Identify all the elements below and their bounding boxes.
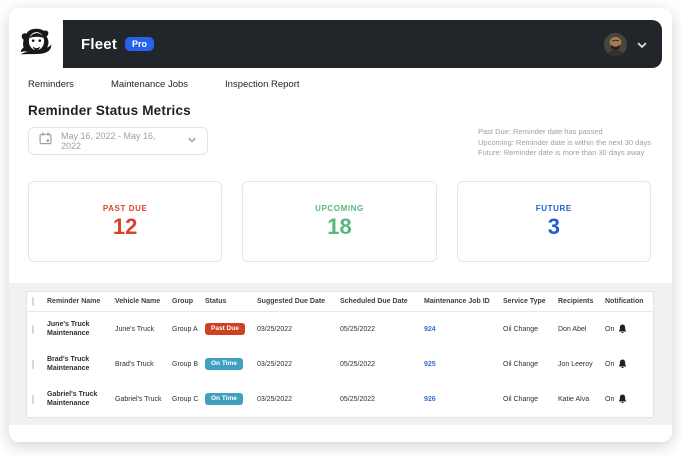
date-range-picker[interactable]: May 16, 2022 - May 16, 2022 (28, 127, 208, 155)
metric-value: 3 (547, 214, 560, 239)
col-header-maintenance-job-id[interactable]: Maintenance Job ID (424, 298, 503, 305)
metric-cards: PAST DUE 12 UPCOMING 18 FUTURE 3 (28, 180, 651, 262)
cell-vehicle-name: Brad's Truck (115, 360, 154, 368)
table-header-row: Reminder Name Vehicle Name Group Status … (27, 292, 653, 312)
cell-suggested-due-date: 03/25/2022 (257, 395, 293, 403)
bell-icon (618, 359, 627, 369)
cell-notification: On (605, 394, 655, 404)
row-checkbox[interactable] (32, 359, 34, 369)
col-header-recipients[interactable]: Recipients (558, 298, 605, 305)
select-all-checkbox[interactable] (32, 296, 34, 306)
cell-vehicle-name: June's Truck (115, 325, 155, 333)
row-checkbox[interactable] (32, 394, 34, 404)
bell-icon (618, 324, 627, 334)
status-badge: On Time (205, 393, 243, 405)
metric-label: PAST DUE (102, 204, 148, 213)
cell-recipients: Don Abel (558, 325, 587, 333)
main-nav: Reminders Maintenance Jobs Inspection Re… (28, 79, 672, 90)
controls-row: May 16, 2022 - May 16, 2022 Past Due: Re… (28, 127, 651, 159)
account-menu[interactable] (604, 32, 648, 56)
cell-scheduled-due-date: 05/25/2022 (340, 360, 376, 368)
maintenance-job-link[interactable]: 924 (424, 326, 436, 333)
metric-card-future[interactable]: FUTURE 3 (456, 180, 651, 262)
col-header-vehicle-name[interactable]: Vehicle Name (115, 298, 172, 305)
status-badge: Past Due (205, 323, 245, 335)
page-title: Reminder Status Metrics (28, 103, 191, 118)
cell-reminder-name: Brad's Truck Maintenance (47, 356, 90, 372)
metric-value: 18 (327, 214, 352, 239)
cell-service-type: Oil Change (503, 325, 539, 333)
notification-state: On (605, 325, 615, 333)
cell-vehicle-name: Gabriel's Truck (115, 395, 162, 403)
legend-future: Future: Reminder date is more than 30 da… (477, 148, 645, 157)
chevron-down-icon[interactable] (636, 38, 648, 50)
col-header-suggested-due-date[interactable]: Suggested Due Date (257, 298, 340, 305)
legend-past-due: Past Due: Reminder date has passed (477, 127, 603, 136)
col-header-reminder-name[interactable]: Reminder Name (47, 297, 115, 305)
date-range-value: May 16, 2022 - May 16, 2022 (61, 131, 156, 151)
cell-scheduled-due-date: 05/25/2022 (340, 325, 376, 333)
metric-card-past-due[interactable]: PAST DUE 12 (28, 180, 223, 262)
cell-suggested-due-date: 03/25/2022 (257, 325, 293, 333)
col-header-service-type[interactable]: Service Type (503, 298, 558, 305)
cell-service-type: Oil Change (503, 360, 539, 368)
table-row[interactable]: Gabriel's Truck Maintenance Gabriel's Tr… (27, 382, 653, 417)
date-chevron-down-icon (187, 132, 197, 150)
cell-service-type: Oil Change (503, 395, 539, 403)
cell-group: Group C (172, 395, 199, 403)
bell-icon (618, 394, 627, 404)
calendar-icon (39, 132, 52, 150)
status-badge: On Time (205, 358, 243, 370)
nav-tab-reminders[interactable]: Reminders (28, 79, 74, 90)
app-window: Fleet Pro Reminders Maintenance Jobs Ins… (9, 8, 672, 442)
cell-recipients: Katie Alva (558, 395, 590, 403)
cell-reminder-name: June's Truck Maintenance (47, 321, 90, 337)
gorilla-logo-icon (17, 24, 55, 64)
cell-suggested-due-date: 03/25/2022 (257, 360, 293, 368)
cell-recipients: Jon Leeroy (558, 360, 593, 368)
cell-notification: On (605, 324, 655, 334)
status-legend: Past Due: Reminder date has passed Upcom… (478, 127, 651, 159)
col-header-notification[interactable]: Notification (605, 298, 655, 305)
table-row[interactable]: June's Truck Maintenance June's Truck Gr… (27, 312, 653, 347)
maintenance-job-link[interactable]: 925 (424, 361, 436, 368)
cell-reminder-name: Gabriel's Truck Maintenance (47, 391, 98, 407)
table-row[interactable]: Brad's Truck Maintenance Brad's Truck Gr… (27, 347, 653, 382)
metric-label: UPCOMING (315, 204, 364, 213)
pro-badge: Pro (125, 37, 155, 51)
top-bar: Fleet Pro (17, 20, 662, 68)
metric-value: 12 (112, 214, 138, 239)
row-checkbox[interactable] (32, 324, 34, 334)
nav-tab-maintenance-jobs[interactable]: Maintenance Jobs (111, 79, 188, 90)
maintenance-job-link[interactable]: 926 (424, 396, 436, 403)
col-header-status[interactable]: Status (205, 298, 257, 305)
nav-tab-inspection-report[interactable]: Inspection Report (225, 79, 299, 90)
cell-scheduled-due-date: 05/25/2022 (340, 395, 376, 403)
table-section: Reminder Name Vehicle Name Group Status … (9, 282, 672, 425)
metric-label: FUTURE (535, 204, 572, 213)
metric-card-upcoming[interactable]: UPCOMING 18 (242, 180, 437, 262)
brand-name: Fleet (81, 35, 118, 53)
legend-upcoming: Upcoming: Reminder date is within the ne… (477, 137, 651, 147)
user-avatar[interactable] (604, 32, 627, 56)
cell-group: Group B (172, 360, 199, 368)
cell-notification: On (605, 359, 655, 369)
cell-group: Group A (172, 325, 198, 333)
header-bar: Fleet Pro (63, 20, 662, 68)
notification-state: On (605, 360, 615, 368)
col-header-scheduled-due-date[interactable]: Scheduled Due Date (340, 298, 424, 305)
col-header-group[interactable]: Group (172, 298, 205, 305)
reminders-table: Reminder Name Vehicle Name Group Status … (26, 290, 654, 418)
notification-state: On (605, 395, 615, 403)
